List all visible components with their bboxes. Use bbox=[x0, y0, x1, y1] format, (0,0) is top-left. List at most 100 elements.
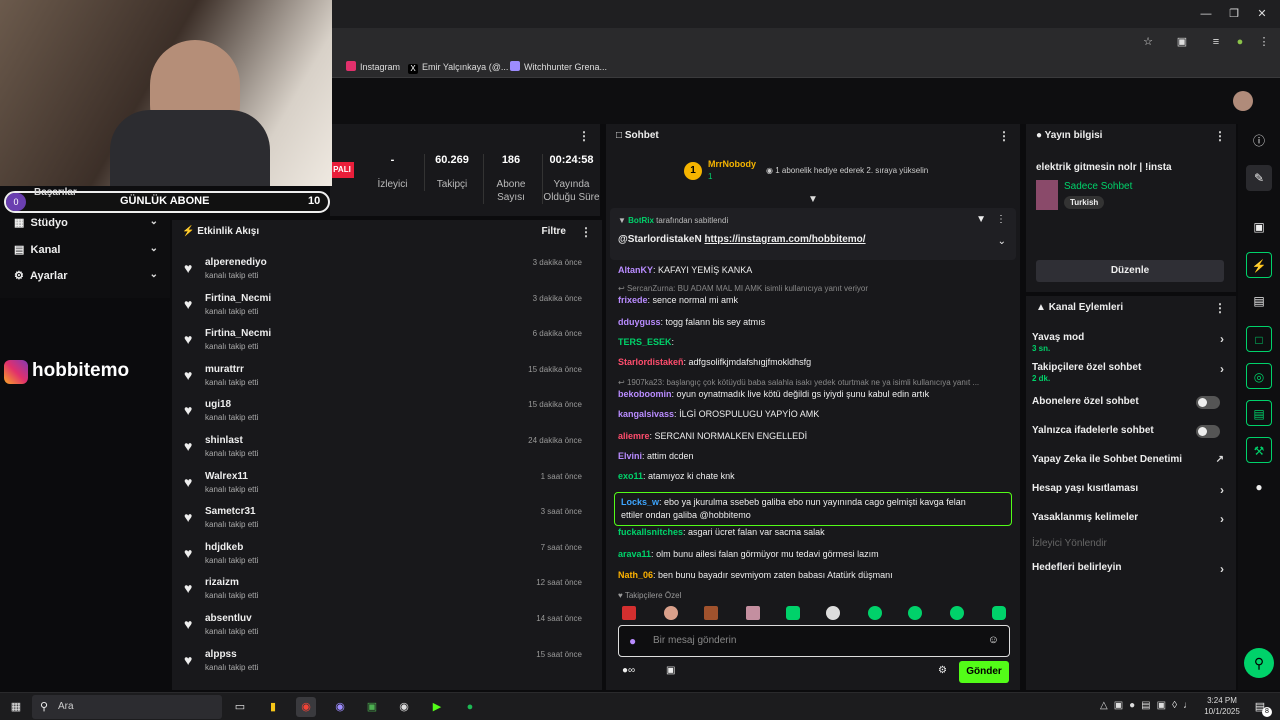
activity-user[interactable]: Sametcr31 bbox=[205, 506, 256, 517]
chat-username[interactable]: frixede bbox=[618, 295, 648, 305]
activity-item[interactable]: ♥ hdjdkeb kanalı takip etti 7 saat önce bbox=[182, 539, 592, 575]
stream-category[interactable]: Sadece Sohbet bbox=[1064, 181, 1132, 192]
send-button[interactable]: Gönder bbox=[959, 661, 1009, 683]
obs-icon[interactable]: ◉ bbox=[394, 697, 414, 717]
more-options-icon[interactable]: ⋮ bbox=[578, 124, 590, 148]
emote[interactable] bbox=[622, 606, 636, 620]
activity-item[interactable]: ♥ Firtina_Necmi kanalı takip etti 3 dakika … bbox=[182, 290, 592, 326]
emote[interactable] bbox=[868, 606, 882, 620]
emote[interactable] bbox=[704, 606, 718, 620]
discord-icon[interactable]: ◉ bbox=[330, 697, 350, 717]
windows-start-icon[interactable]: ▦ bbox=[6, 697, 26, 717]
pinned-link[interactable]: https://instagram.com/hobbitemo/ bbox=[704, 234, 865, 245]
channel-action[interactable]: Yapay Zeka ile Sohbet Denetimi ↗ bbox=[1032, 454, 1230, 465]
more-options-icon[interactable]: ⋮ bbox=[1214, 124, 1226, 148]
nodes-icon[interactable]: ● bbox=[1246, 474, 1272, 500]
emote[interactable] bbox=[950, 606, 964, 620]
wrench-icon[interactable]: ⚒ bbox=[1246, 437, 1272, 463]
profile-icon[interactable]: ● bbox=[1232, 34, 1248, 50]
activity-user[interactable]: Firtina_Necmi bbox=[205, 293, 271, 304]
emote[interactable] bbox=[992, 606, 1006, 620]
chat-username[interactable]: kangalsivass bbox=[618, 409, 674, 419]
tray-icons[interactable]: △▣●▤▣◊♩ bbox=[1100, 700, 1199, 711]
microphone-icon[interactable]: ● bbox=[629, 634, 636, 648]
channel-action[interactable]: Takipçilere özel sohbet 2 dk. › bbox=[1032, 362, 1230, 383]
activity-user[interactable]: hdjdkeb bbox=[205, 542, 243, 553]
taskbar-search[interactable]: ⚲ Ara bbox=[32, 695, 222, 719]
chat-username[interactable]: TERS_ESEK bbox=[618, 337, 672, 347]
chat-input[interactable]: ● Bir mesaj gönderin ☺ bbox=[618, 625, 1010, 657]
chat-username[interactable]: Nath_06 bbox=[618, 570, 653, 580]
minimize-icon[interactable]: — bbox=[1198, 6, 1214, 22]
bookmark-instagram[interactable]: Instagram bbox=[346, 56, 400, 78]
more-options-icon[interactable]: ⋮ bbox=[580, 220, 592, 244]
support-icon[interactable]: ⚲ bbox=[1244, 648, 1274, 678]
info-icon[interactable]: ⓘ bbox=[1246, 128, 1272, 154]
activity-item[interactable]: ♥ ugi18 kanalı takip etti 15 dakika önce bbox=[182, 396, 592, 432]
file-explorer-icon[interactable]: ▮ bbox=[263, 697, 283, 717]
task-view-icon[interactable]: ▭ bbox=[230, 697, 250, 717]
points-icon[interactable]: ●∞ bbox=[622, 665, 635, 676]
activity-user[interactable]: Walrex11 bbox=[205, 471, 248, 482]
clock[interactable]: 3:24 PM 10/1/2025 bbox=[1200, 695, 1244, 717]
emote[interactable] bbox=[786, 606, 800, 620]
emote[interactable] bbox=[826, 606, 840, 620]
edit-icon[interactable]: ✎ bbox=[1246, 165, 1272, 191]
app-icon[interactable]: ▣ bbox=[362, 697, 382, 717]
store-icon[interactable]: ▣ bbox=[666, 665, 675, 676]
chat-username[interactable]: Locks_w bbox=[621, 497, 659, 507]
avatar[interactable] bbox=[1233, 91, 1253, 111]
chevron-down-icon[interactable]: ⌄ bbox=[998, 236, 1006, 247]
document-icon[interactable]: ▤ bbox=[1246, 288, 1272, 314]
chat-icon[interactable]: □ bbox=[1246, 326, 1272, 352]
chat-username[interactable]: dduyguss bbox=[618, 317, 661, 327]
activity-item[interactable]: ♥ absentluv kanalı takip etti 14 saat önce bbox=[182, 610, 592, 646]
chat-username[interactable]: aliemre bbox=[618, 431, 650, 441]
chat-username[interactable]: fuckallsnitches bbox=[618, 527, 683, 537]
gift-user[interactable]: MrrNobody bbox=[708, 159, 756, 169]
channel-action[interactable]: Abonelere özel sohbet bbox=[1032, 396, 1230, 409]
star-icon[interactable]: ☆ bbox=[1140, 34, 1156, 50]
chrome-icon[interactable]: ◉ bbox=[296, 697, 316, 717]
activity-user[interactable]: ugi18 bbox=[205, 399, 231, 410]
toggle-switch[interactable] bbox=[1196, 396, 1220, 409]
chat-username[interactable]: exo11 bbox=[618, 471, 643, 481]
chat-username[interactable]: AltanKY bbox=[618, 265, 653, 275]
channel-action[interactable]: Yavaş mod 3 sn. › bbox=[1032, 332, 1230, 353]
bookmark-witchhunter[interactable]: Witchhunter Grena... bbox=[510, 56, 607, 78]
spotify-icon[interactable]: ● bbox=[460, 697, 480, 717]
channel-action[interactable]: Yasaklanmış kelimeler › bbox=[1032, 512, 1230, 526]
lightning-icon[interactable]: ⚡ bbox=[1246, 252, 1272, 278]
activity-user[interactable]: rizaizm bbox=[205, 577, 239, 588]
more-options-icon[interactable]: ⋮ bbox=[996, 214, 1006, 225]
kick-icon[interactable]: ▶ bbox=[427, 697, 447, 717]
drive-icon[interactable]: ▤ bbox=[1246, 400, 1272, 426]
activity-user[interactable]: absentluv bbox=[205, 613, 252, 624]
chat-username[interactable]: bekoboomin bbox=[618, 389, 672, 399]
activity-item[interactable]: ♥ Walrex11 kanalı takip etti 1 saat önce bbox=[182, 468, 592, 504]
gear-icon[interactable]: ⚙ bbox=[938, 665, 947, 676]
close-icon[interactable]: ✕ bbox=[1254, 6, 1270, 22]
reading-list-icon[interactable]: ≡ bbox=[1208, 34, 1224, 50]
unpin-icon[interactable]: ▼ bbox=[976, 214, 986, 225]
more-options-icon[interactable]: ⋮ bbox=[998, 124, 1010, 148]
sidebar-item-settings[interactable]: ⚙ Ayarlar ⌄ bbox=[14, 269, 164, 282]
chevron-down-icon[interactable]: ▼ bbox=[808, 194, 818, 205]
menu-icon[interactable]: ⋮ bbox=[1256, 34, 1272, 50]
sidebar-item-channel[interactable]: ▤ Kanal ⌄ bbox=[14, 243, 164, 256]
activity-item[interactable]: ♥ Sametcr31 kanalı takip etti 3 saat önce bbox=[182, 503, 592, 539]
emoji-icon[interactable]: ☺ bbox=[988, 634, 999, 646]
activity-item[interactable]: ♥ murattrr kanalı takip etti 15 dakika önce bbox=[182, 361, 592, 397]
emote[interactable] bbox=[746, 606, 760, 620]
activity-user[interactable]: murattrr bbox=[205, 364, 244, 375]
activity-item[interactable]: ♥ shinlast kanalı takip etti 24 dakika önce bbox=[182, 432, 592, 468]
restore-icon[interactable]: ❐ bbox=[1226, 6, 1242, 22]
emote[interactable] bbox=[908, 606, 922, 620]
bookmark-x[interactable]: X Emir Yalçınkaya (@... bbox=[408, 56, 508, 78]
broadcast-icon[interactable]: ◎ bbox=[1246, 363, 1272, 389]
filter-button[interactable]: Filtre bbox=[542, 226, 566, 237]
activity-user[interactable]: alppss bbox=[205, 649, 237, 660]
channel-action[interactable]: Hedefleri belirleyin › bbox=[1032, 562, 1230, 576]
chat-username[interactable]: Elvini bbox=[618, 451, 642, 461]
activity-item[interactable]: ♥ alperenediyo kanalı takip etti 3 dakika ö… bbox=[182, 254, 592, 290]
